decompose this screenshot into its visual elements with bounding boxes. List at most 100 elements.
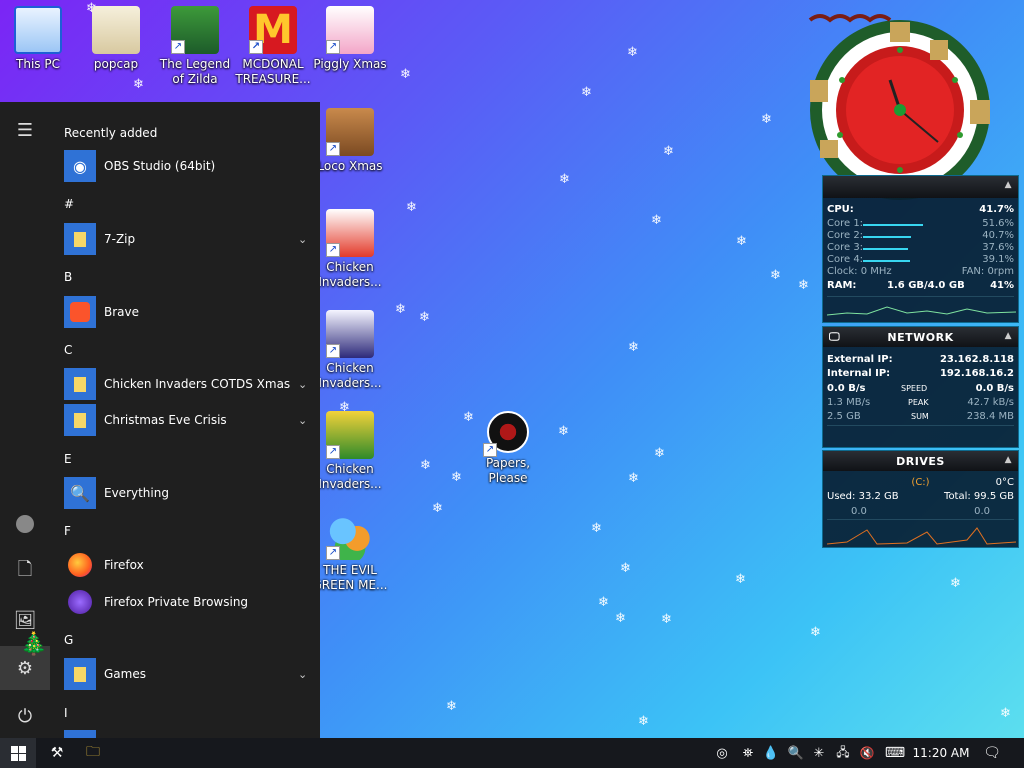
hamburger-menu-icon[interactable]: ☰ (0, 108, 50, 152)
desktop-icon-mcdonal-treasure[interactable]: M ↗ MCDONAL TREASURE... (235, 6, 311, 87)
section-letter[interactable]: I (64, 706, 68, 720)
desktop-icon-papers-please[interactable]: ↗ Papers, Please (469, 411, 547, 486)
desktop-icon-loco-xmas[interactable]: ↗ Loco Xmas (312, 108, 388, 174)
action-center-icon[interactable]: 🗨 (978, 738, 1006, 768)
start-button[interactable] (0, 738, 36, 768)
app-item-games[interactable]: Games ⌄ (64, 656, 314, 692)
section-letter[interactable]: B (64, 270, 72, 284)
app-item-chicken-invaders-cotds[interactable]: Chicken Invaders COTDS Xmas ⌄ (64, 366, 314, 402)
desktop-icon-this-pc[interactable]: This PC (0, 6, 76, 72)
chicken-icon: ↗ (326, 310, 374, 358)
desktop-icon-label: The Legend of Zilda (159, 57, 231, 86)
desktop-icon-label: MCDONAL TREASURE... (235, 57, 311, 86)
tray-steam-icon[interactable]: ◎ (710, 738, 734, 768)
internal-ip-label: Internal IP: (827, 368, 891, 379)
firefox-icon (64, 549, 96, 581)
partial-app-icon (64, 730, 96, 738)
desktop-icon-label: Chicken Invaders... (318, 361, 382, 390)
chicken-icon: ↗ (326, 209, 374, 257)
core-4-label: Core 4: (827, 254, 864, 265)
cpu-value: 41.7% (979, 204, 1014, 215)
system-monitor-header: ▲ (823, 176, 1018, 198)
core-1-bar (863, 224, 923, 226)
desktop-icon-chicken-invaders-2[interactable]: ↗ Chicken Invaders... (312, 310, 388, 391)
christmas-clock-widget[interactable] (790, 0, 1010, 200)
network-header: 🖵 NETWORK ▲ (823, 327, 1018, 347)
recently-added-header: Recently added (64, 126, 158, 140)
sum-down: 2.5 GB (827, 411, 861, 422)
tray-keyboard-icon[interactable]: ⌨ (880, 738, 910, 768)
desktop-icon-label: Papers, Please (485, 456, 531, 485)
section-letter[interactable]: # (64, 197, 74, 211)
app-item-christmas-eve-crisis[interactable]: Christmas Eve Crisis ⌄ (64, 402, 314, 438)
core-4-bar (863, 260, 910, 262)
app-item-label: 7-Zip (104, 232, 136, 246)
app-item-firefox-private[interactable]: Firefox Private Browsing (64, 584, 314, 620)
core-1-value: 51.6% (982, 218, 1014, 229)
christmas-tree-cursor-icon: 🎄 (20, 632, 48, 657)
desktop-icon-popcap[interactable]: popcap (78, 6, 154, 72)
game-icon: ↗ (171, 6, 219, 54)
system-monitor-widget[interactable]: ▲ CPU: 41.7% Core 1: 51.6% Core 2: 40.7%… (822, 175, 1019, 323)
network-widget[interactable]: 🖵 NETWORK ▲ External IP: 23.162.8.118 In… (822, 326, 1019, 448)
app-item-label: Chicken Invaders COTDS Xmas (104, 377, 291, 391)
taskbar-clock[interactable]: 11:20 AM (910, 738, 972, 768)
app-item-brave[interactable]: Brave (64, 294, 314, 330)
section-letter[interactable]: G (64, 633, 73, 647)
clock-speed: Clock: 0 MHz (827, 266, 892, 277)
app-list: Recently added ◉ OBS Studio (64bit) # 7-… (50, 102, 320, 738)
tray-volume-muted-icon[interactable]: 🔇 (856, 738, 878, 768)
messenger-icon: ↗ (326, 512, 374, 560)
app-item-7zip[interactable]: 7-Zip ⌄ (64, 221, 314, 257)
app-item-firefox[interactable]: Firefox (64, 547, 314, 583)
tray-network-users-icon[interactable]: ⛯ (736, 738, 760, 768)
collapse-icon[interactable]: ▲ (1005, 331, 1012, 341)
app-item-everything[interactable]: 🔍 Everything (64, 475, 314, 511)
tools-icon[interactable]: ⚒ (40, 738, 74, 768)
sum-up: 238.4 MB (966, 411, 1014, 422)
computer-icon (14, 6, 62, 54)
drives-widget[interactable]: DRIVES ▲ (C:) 0°C Used: 33.2 GB Total: 9… (822, 450, 1019, 548)
desktop-icon-chicken-invaders-3[interactable]: ↗ Chicken Invaders... (312, 411, 388, 492)
chevron-down-icon[interactable]: ⌄ (298, 414, 314, 427)
app-item-obs-studio[interactable]: ◉ OBS Studio (64bit) (64, 148, 314, 184)
user-account-icon[interactable] (0, 502, 50, 546)
folder-icon (92, 6, 140, 54)
ram-usage: 1.6 GB/4.0 GB (887, 280, 965, 291)
app-item-label: OBS Studio (64bit) (104, 159, 216, 173)
desktop-icon-evil-green-me[interactable]: ↗ THE EVIL GREEN ME... (312, 512, 388, 593)
papers-please-icon: ↗ (483, 411, 529, 457)
core-3-value: 37.6% (982, 242, 1014, 253)
collapse-icon[interactable]: ▲ (1005, 455, 1012, 465)
internal-ip-value: 192.168.16.2 (939, 368, 1014, 379)
start-menu[interactable]: ☰ 🗋 🖼 ⚙ ⏻ Recently added ◉ OBS Studio (6… (0, 102, 320, 738)
chevron-down-icon[interactable]: ⌄ (298, 668, 314, 681)
taskbar: ⚒ 🗀 ◎ ⛯ 💧 🔍 ✳ 🖧 🔇 ⌨ 11:20 AM 🗨 (0, 738, 1024, 768)
section-letter[interactable]: E (64, 452, 72, 466)
documents-icon[interactable]: 🗋 (0, 550, 50, 594)
obs-icon: ◉ (64, 150, 96, 182)
drive-used: Used: 33.2 GB (827, 491, 899, 502)
desktop-icon-legend-of-zilda[interactable]: ↗ The Legend of Zilda (157, 6, 233, 87)
chevron-down-icon[interactable]: ⌄ (298, 233, 314, 246)
desktop-icon-label: Loco Xmas (317, 159, 383, 173)
cpu-label: CPU: (827, 204, 854, 215)
tray-network-icon[interactable]: 🖧 (832, 738, 854, 768)
file-explorer-icon[interactable]: 🗀 (76, 738, 110, 768)
drives-title: DRIVES (896, 454, 945, 468)
tray-snowflake-icon[interactable]: ✳ (808, 738, 830, 768)
desktop-icon-chicken-invaders-1[interactable]: ↗ Chicken Invaders... (312, 209, 388, 290)
collapse-icon[interactable]: ▲ (1005, 180, 1012, 190)
clock-face-icon (808, 14, 990, 200)
chevron-down-icon[interactable]: ⌄ (298, 378, 314, 391)
section-letter[interactable]: C (64, 343, 72, 357)
desktop-icon-piggly-xmas[interactable]: ↗ Piggly Xmas (312, 6, 388, 72)
power-icon[interactable]: ⏻ (0, 694, 50, 738)
core-2-bar (863, 236, 911, 238)
tray-search-icon[interactable]: 🔍 (784, 738, 808, 768)
app-item-label: Christmas Eve Crisis (104, 413, 227, 427)
tray-water-drop-icon[interactable]: 💧 (760, 738, 782, 768)
desktop-icon-label: Chicken Invaders... (318, 260, 382, 289)
section-letter[interactable]: F (64, 524, 71, 538)
sum-label: SUM (911, 412, 929, 421)
